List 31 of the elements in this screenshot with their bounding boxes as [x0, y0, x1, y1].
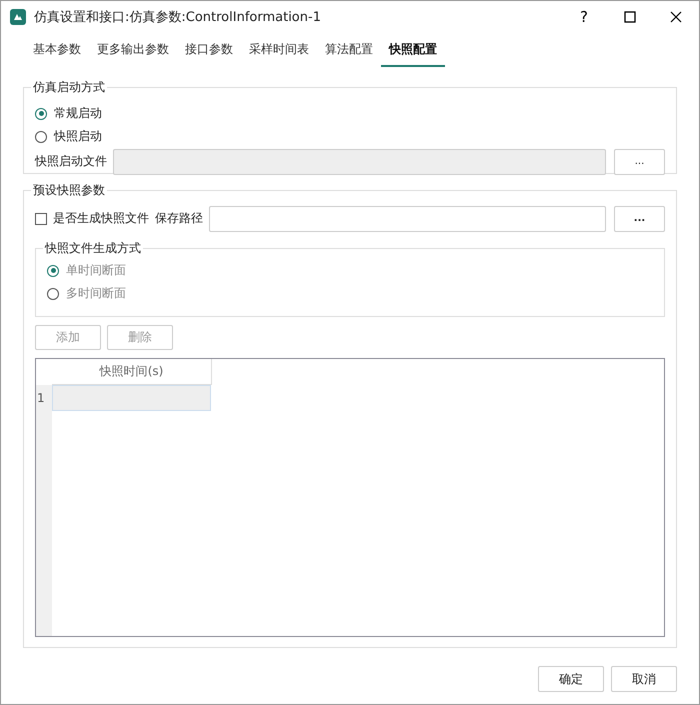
group-title: 预设快照参数 [32, 182, 106, 199]
table-cell[interactable] [52, 385, 211, 411]
app-logo-icon [10, 9, 26, 25]
checkbox-label: 是否生成快照文件 [53, 210, 149, 227]
browse-button[interactable]: ... [614, 206, 665, 232]
field-label: 快照启动文件 [35, 153, 107, 170]
radio-button[interactable] [35, 108, 47, 120]
help-button[interactable]: ? [561, 1, 607, 33]
radio-label: 快照启动 [54, 128, 102, 145]
radio-label: 单时间断面 [66, 262, 126, 279]
radio-label: 常规启动 [54, 105, 102, 122]
tab[interactable]: 快照配置 [381, 33, 445, 67]
window-title: 仿真设置和接口:仿真参数:ControlInformation-1 [34, 9, 321, 26]
radio-button[interactable] [35, 130, 47, 142]
tab[interactable]: 算法配置 [317, 33, 381, 67]
checkbox[interactable] [35, 212, 47, 224]
save-path-field[interactable] [209, 206, 606, 232]
radio-label: 多时间断面 [66, 285, 126, 302]
group-title: 仿真启动方式 [32, 79, 106, 96]
group-title: 快照文件生成方式 [44, 240, 142, 257]
tab[interactable]: 基本参数 [25, 33, 89, 67]
tab[interactable]: 采样时间表 [241, 33, 317, 67]
close-icon [670, 11, 682, 23]
field-label: 保存路径 [155, 210, 203, 227]
row-number: 1 [36, 385, 52, 411]
tab[interactable]: 接口参数 [177, 33, 241, 67]
browse-button[interactable]: ... [614, 148, 665, 174]
dialog-button[interactable]: 确定 [538, 666, 604, 692]
maximize-icon [624, 11, 636, 23]
dialog-button[interactable]: 取消 [611, 666, 677, 692]
tab[interactable]: 更多输出参数 [89, 33, 177, 67]
